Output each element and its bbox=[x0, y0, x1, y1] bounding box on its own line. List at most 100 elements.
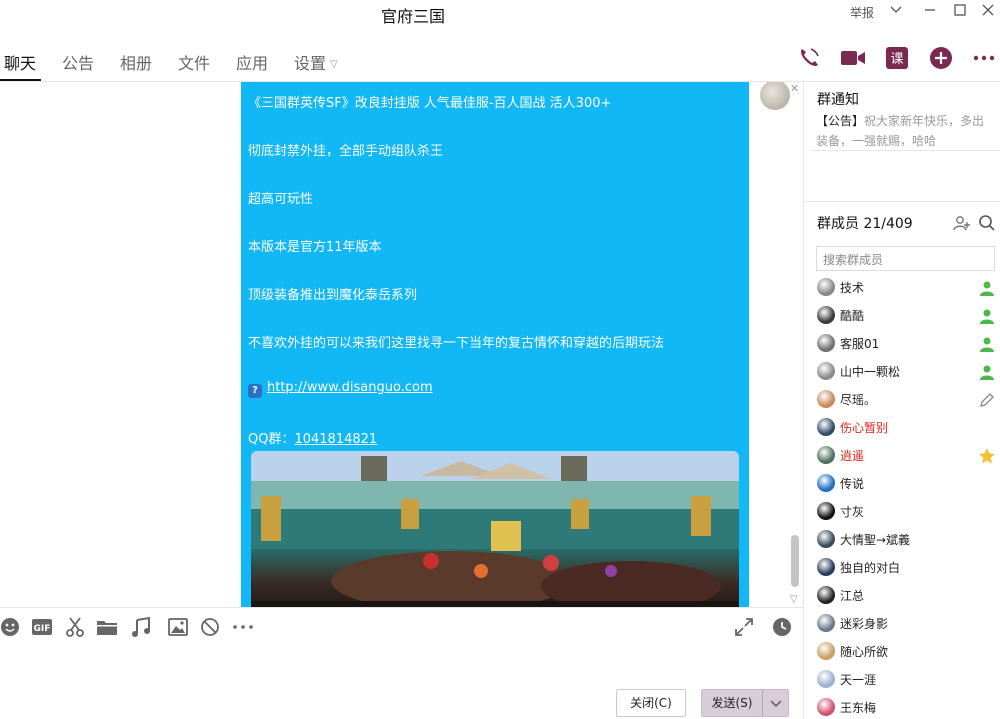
member-row[interactable]: 酷酷 bbox=[816, 302, 1000, 330]
qq-group-link[interactable]: 1041814821 bbox=[294, 432, 377, 447]
member-name: 江总 bbox=[840, 589, 865, 603]
member-row[interactable]: 伤心暂别 bbox=[816, 414, 1000, 442]
scrollbar-thumb[interactable] bbox=[791, 535, 799, 587]
member-row[interactable]: 天一涯 bbox=[816, 666, 1000, 694]
tab-files[interactable]: 文件 bbox=[178, 50, 210, 74]
admin-icon bbox=[978, 335, 996, 353]
svg-text:课: 课 bbox=[890, 52, 903, 67]
member-row[interactable]: 客服01 bbox=[816, 330, 1000, 358]
add-member-icon[interactable] bbox=[953, 214, 971, 232]
video-call-icon[interactable] bbox=[840, 46, 865, 70]
send-button-label: 发送(S) bbox=[711, 696, 753, 710]
message-line: 超高可玩性 bbox=[248, 192, 314, 207]
member-search-input[interactable]: 搜索群成员 bbox=[816, 246, 995, 271]
block-icon[interactable] bbox=[199, 616, 221, 638]
music-icon[interactable] bbox=[131, 616, 153, 638]
member-avatar[interactable] bbox=[817, 306, 835, 324]
member-avatar[interactable] bbox=[817, 278, 835, 296]
close-button[interactable]: 关闭(C) bbox=[616, 689, 686, 717]
svg-text:GIF: GIF bbox=[34, 624, 51, 634]
close-icon[interactable]: ✕ bbox=[790, 82, 799, 95]
member-row[interactable]: 逍遥 bbox=[816, 442, 1000, 470]
admin-icon bbox=[978, 363, 996, 381]
member-row[interactable]: 江总 bbox=[816, 582, 1000, 610]
voice-call-icon[interactable] bbox=[797, 46, 821, 70]
message-link-line: ? http://www.disanguo.com bbox=[248, 380, 433, 398]
image-icon[interactable] bbox=[167, 616, 189, 638]
member-avatar[interactable] bbox=[817, 614, 835, 632]
minimize-icon[interactable] bbox=[920, 3, 940, 21]
search-icon[interactable] bbox=[978, 214, 996, 232]
member-name: 山中一颗松 bbox=[840, 365, 901, 379]
tab-announcement[interactable]: 公告 bbox=[62, 50, 94, 74]
member-avatar[interactable] bbox=[817, 474, 835, 492]
member-row[interactable]: 技术 bbox=[816, 274, 1000, 302]
member-name: 伤心暂别 bbox=[840, 421, 889, 435]
input-divider bbox=[0, 607, 803, 608]
tab-apps[interactable]: 应用 bbox=[236, 50, 268, 74]
member-avatar[interactable] bbox=[817, 670, 835, 688]
close-icon[interactable] bbox=[978, 3, 998, 21]
member-row[interactable]: 独自的对白 bbox=[816, 554, 1000, 582]
chevron-down-icon[interactable] bbox=[886, 3, 906, 21]
member-row[interactable]: 随心所欲 bbox=[816, 638, 1000, 666]
expand-icon[interactable] bbox=[733, 616, 755, 638]
member-avatar[interactable] bbox=[817, 558, 835, 576]
history-clock-icon[interactable] bbox=[771, 616, 793, 638]
message-line: 彻底封禁外挂，全部手动组队杀王 bbox=[248, 144, 444, 159]
sender-avatar[interactable] bbox=[760, 82, 790, 110]
member-avatar[interactable] bbox=[817, 362, 835, 380]
member-name: 天一涯 bbox=[840, 673, 877, 687]
game-screenshot-image[interactable] bbox=[251, 451, 739, 607]
tab-settings[interactable]: 设置 ▽ bbox=[294, 50, 338, 74]
more-tools-icon[interactable] bbox=[232, 616, 254, 638]
edit-pencil-icon bbox=[978, 391, 996, 409]
send-options-chevron-icon[interactable] bbox=[762, 690, 788, 716]
member-avatar[interactable] bbox=[817, 586, 835, 604]
qq-label: QQ群： bbox=[248, 432, 295, 447]
notice-divider bbox=[810, 150, 1000, 151]
report-button[interactable]: 举报 bbox=[850, 4, 874, 21]
member-row[interactable]: 尽瑶。 bbox=[816, 386, 1000, 414]
group-notice-title[interactable]: 群通知 bbox=[817, 89, 859, 109]
folder-icon[interactable] bbox=[96, 616, 118, 638]
member-avatar[interactable] bbox=[817, 698, 835, 716]
tab-chat[interactable]: 聊天 bbox=[4, 50, 36, 74]
member-avatar[interactable] bbox=[817, 530, 835, 548]
website-link[interactable]: http://www.disanguo.com bbox=[267, 380, 433, 395]
tab-album[interactable]: 相册 bbox=[120, 50, 152, 74]
member-avatar[interactable] bbox=[817, 418, 835, 436]
member-row[interactable]: 迷彩身影 bbox=[816, 610, 1000, 638]
gif-icon[interactable]: GIF bbox=[31, 616, 53, 638]
member-name: 技术 bbox=[840, 281, 865, 295]
maximize-icon[interactable] bbox=[950, 3, 970, 21]
member-row[interactable]: 传说 bbox=[816, 470, 1000, 498]
add-icon[interactable] bbox=[929, 46, 953, 70]
member-name: 王东梅 bbox=[840, 701, 877, 715]
member-row[interactable]: 大情聖→斌義 bbox=[816, 526, 1000, 554]
member-name: 独自的对白 bbox=[840, 561, 901, 575]
message-bubble[interactable]: 《三国群英传SF》改良封挂版 人气最佳服-百人国战 活人300+ 彻底封禁外挂，… bbox=[241, 82, 749, 607]
member-name: 尽瑶。 bbox=[840, 393, 877, 407]
member-avatar[interactable] bbox=[817, 502, 835, 520]
member-row[interactable]: 王东梅 bbox=[816, 694, 1000, 719]
emoji-icon[interactable] bbox=[0, 616, 22, 638]
screenshot-scissors-icon[interactable] bbox=[64, 616, 86, 638]
group-notice-text[interactable]: 【公告】祝大家新年快乐，多出装备，一强就赐，哈哈 bbox=[816, 111, 992, 151]
member-avatar[interactable] bbox=[817, 334, 835, 352]
member-name: 客服01 bbox=[840, 337, 880, 351]
member-row[interactable]: 寸灰 bbox=[816, 498, 1000, 526]
class-icon[interactable]: 课 bbox=[885, 46, 909, 70]
member-avatar[interactable] bbox=[817, 642, 835, 660]
more-icon[interactable] bbox=[972, 46, 996, 70]
message-line: 不喜欢外挂的可以来我们这里找寻一下当年的复古情怀和穿越的后期玩法 bbox=[248, 336, 665, 351]
title-bar: 官府三国 举报 bbox=[0, 0, 1000, 30]
member-avatar[interactable] bbox=[817, 446, 835, 464]
member-avatar[interactable] bbox=[817, 390, 835, 408]
scroll-down-icon[interactable]: ▽ bbox=[790, 594, 798, 605]
send-button[interactable]: 发送(S) bbox=[701, 689, 789, 717]
chat-area[interactable]: 《三国群英传SF》改良封挂版 人气最佳服-百人国战 活人300+ 彻底封禁外挂，… bbox=[0, 82, 803, 607]
member-row[interactable]: 山中一颗松 bbox=[816, 358, 1000, 386]
members-title: 群成员 21/409 bbox=[817, 216, 913, 232]
admin-icon bbox=[978, 307, 996, 325]
